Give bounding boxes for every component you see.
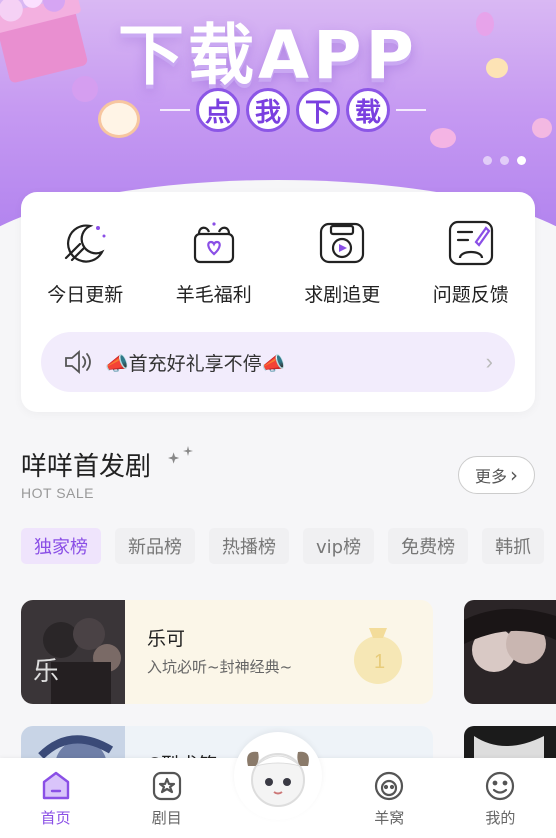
function-today-update[interactable]: 今日更新 — [21, 218, 150, 307]
banner-char: 载 — [346, 88, 390, 132]
function-label: 求剧追更 — [304, 284, 381, 306]
tab-new[interactable]: 新品榜 — [115, 528, 195, 564]
function-label: 问题反馈 — [432, 284, 509, 306]
decor-ball — [430, 128, 456, 148]
tab-vip[interactable]: vip榜 — [303, 528, 375, 564]
rank-medal-icon: 1 — [354, 628, 402, 684]
banner-title: 下载APP — [118, 17, 418, 94]
nav-dramas[interactable]: 剧目 — [111, 758, 222, 838]
speaker-icon — [65, 350, 91, 374]
nav-label: 剧目 — [151, 809, 182, 827]
section-title: 咩咩首发剧 — [21, 452, 152, 482]
tab-hot[interactable]: 热播榜 — [209, 528, 289, 564]
carousel-dot[interactable] — [500, 156, 509, 165]
drama-desc: 入坑必听~封神经典~ — [147, 658, 293, 676]
banner-char: 点 — [196, 88, 240, 132]
more-label: 更多 — [474, 467, 507, 486]
nav-label: 我的 — [485, 809, 516, 827]
tab-exclusive[interactable]: 独家榜 — [21, 528, 101, 564]
notice-text: 📣首充好礼享不停📣 — [105, 352, 286, 375]
carousel-dot-active[interactable] — [517, 156, 526, 165]
carousel-dot[interactable] — [483, 156, 492, 165]
divider — [396, 109, 426, 111]
nav-label: 羊窝 — [374, 809, 405, 827]
radio-fm-icon — [320, 222, 365, 264]
tab-free[interactable]: 免费榜 — [388, 528, 469, 564]
more-button[interactable]: 更多 › — [458, 456, 535, 494]
gift-box-icon — [193, 222, 234, 264]
center-avatar-button[interactable] — [234, 732, 322, 820]
nav-sheep-den[interactable]: 羊窝 — [334, 758, 445, 838]
star-icon — [152, 771, 181, 801]
feedback-edit-icon — [448, 220, 493, 266]
decor-sheep — [98, 100, 140, 138]
function-label: 羊毛福利 — [175, 284, 252, 306]
function-welfare[interactable]: 羊毛福利 — [150, 218, 279, 307]
function-card: 今日更新 羊毛福利 求剧追更 问题反馈 📣首充好礼享不停📣 › — [21, 192, 535, 412]
chevron-right-icon: › — [485, 349, 493, 374]
ranking-tabs: 独家榜 新品榜 热播榜 vip榜 免费榜 韩抓 — [21, 528, 545, 564]
decor-ball — [486, 58, 508, 78]
moon-update-icon — [65, 224, 106, 263]
sparkle-icon — [168, 446, 193, 464]
svg-text:1: 1 — [374, 651, 385, 673]
drama-cover: 乐 — [21, 600, 125, 704]
sheep-face-icon — [375, 771, 404, 801]
function-label: 今日更新 — [47, 284, 124, 306]
smile-icon — [486, 771, 515, 801]
drama-cover-side[interactable] — [464, 600, 556, 704]
nav-home[interactable]: 首页 — [0, 758, 111, 838]
drama-card[interactable]: 乐 乐可 入坑必听~封神经典~ 1 — [21, 600, 433, 704]
decor-ball — [476, 12, 494, 36]
nav-mine[interactable]: 我的 — [445, 758, 556, 838]
function-feedback[interactable]: 问题反馈 — [407, 218, 536, 307]
svg-text:乐: 乐 — [33, 657, 59, 687]
tab-korean[interactable]: 韩抓 — [482, 528, 545, 564]
banner-subtitle[interactable]: 点 我 下 载 — [160, 88, 426, 132]
notice-bar[interactable]: 📣首充好礼享不停📣 › — [41, 332, 515, 392]
carousel-indicator[interactable] — [483, 156, 526, 165]
home-icon — [42, 771, 69, 800]
function-request-drama[interactable]: 求剧追更 — [278, 218, 407, 307]
chevron-right-icon: › — [510, 463, 518, 487]
nav-label: 首页 — [40, 809, 71, 827]
function-grid: 今日更新 羊毛福利 求剧追更 问题反馈 — [21, 218, 535, 307]
banner-char: 下 — [296, 88, 340, 132]
decor-ball — [72, 76, 98, 102]
section-subtitle: HOT SALE — [21, 485, 94, 501]
decor-ball — [532, 118, 552, 138]
sheep-avatar-icon — [247, 751, 309, 807]
drama-cover — [464, 600, 556, 704]
drama-name: 乐可 — [147, 628, 186, 650]
divider — [160, 109, 190, 111]
banner-char: 我 — [246, 88, 290, 132]
